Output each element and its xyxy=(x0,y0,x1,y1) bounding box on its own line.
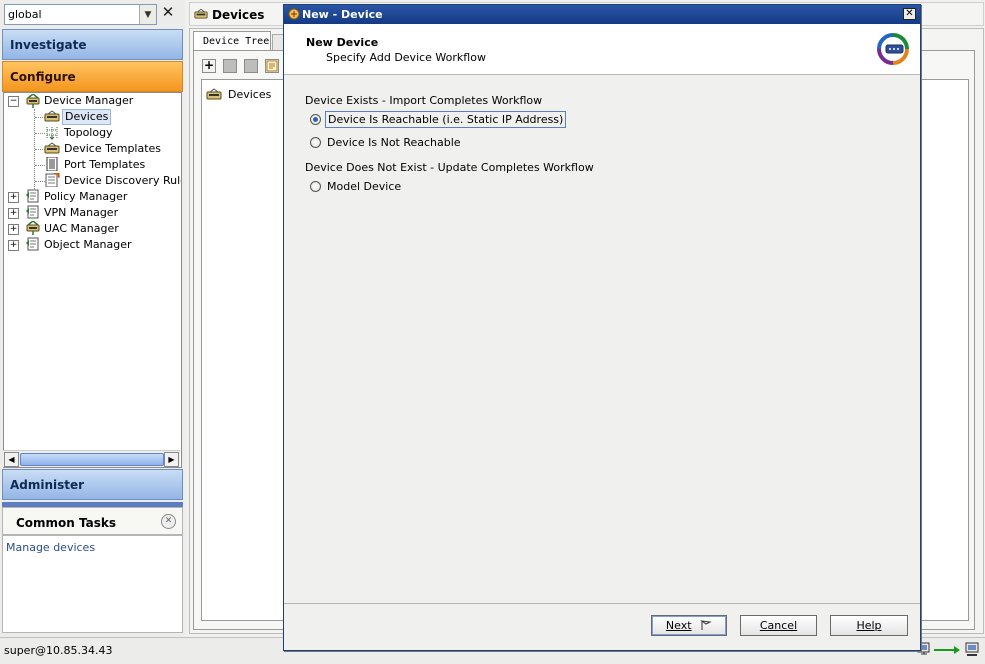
tree-item-label: UAC Manager xyxy=(44,222,119,235)
tree-item-label: Object Manager xyxy=(44,238,132,251)
left-pane: global ▼ ✕ Investigate Configure − Devic… xyxy=(0,0,185,663)
tree-item-object-manager[interactable]: + Object Manager xyxy=(4,237,181,253)
tree-item-vpn-manager[interactable]: + VPN Manager xyxy=(4,205,181,221)
expand-icon[interactable]: + xyxy=(8,208,19,219)
workflow-logo-icon xyxy=(877,33,909,65)
devices-icon xyxy=(206,88,222,100)
close-icon[interactable]: ✕ xyxy=(903,8,916,20)
tree-item-label: Topology xyxy=(64,126,113,139)
scope-select[interactable]: global ▼ xyxy=(4,4,157,25)
manage-devices-link[interactable]: Manage devices xyxy=(6,541,95,554)
devices-detail-panel xyxy=(920,79,969,621)
next-button-label: Next xyxy=(665,619,692,632)
topology-icon xyxy=(46,127,58,140)
common-tasks-panel: Manage devices xyxy=(2,535,183,633)
object-manager-icon xyxy=(26,237,39,251)
radio-label: Model Device xyxy=(327,179,402,193)
tree-item-label: Policy Manager xyxy=(44,190,128,203)
radio-label: Device Is Not Reachable xyxy=(327,135,461,149)
nav-administer[interactable]: Administer xyxy=(2,469,183,500)
vpn-manager-icon xyxy=(26,205,39,219)
help-button-label: Help xyxy=(856,619,882,632)
tree-item-label: Devices xyxy=(62,109,112,125)
cancel-button-label: Cancel xyxy=(759,619,798,632)
devices-icon xyxy=(194,8,208,19)
dialog-heading: New Device xyxy=(306,36,379,49)
dialog-header: New Device Specify Add Device Workflow xyxy=(284,24,920,75)
nav-configure[interactable]: Configure xyxy=(2,61,183,92)
device-templates-icon xyxy=(44,142,60,154)
scroll-left-icon[interactable]: ◀ xyxy=(4,452,19,467)
status-user: super@10.85.34.43 xyxy=(4,644,113,657)
device-manager-icon xyxy=(26,94,40,108)
radio-device-not-reachable[interactable]: Device Is Not Reachable xyxy=(310,133,463,151)
tree-item-device-templates[interactable]: Device Templates xyxy=(4,141,181,157)
radio-device-reachable[interactable]: Device Is Reachable (i.e. Static IP Addr… xyxy=(310,110,567,128)
app-icon xyxy=(288,8,300,20)
radio-unselected-icon[interactable] xyxy=(310,136,321,148)
properties-icon[interactable] xyxy=(265,59,279,73)
tree-item-label: VPN Manager xyxy=(44,206,119,219)
policy-manager-icon xyxy=(26,189,39,203)
horizontal-scrollbar[interactable]: ◀ ▶ xyxy=(3,450,180,467)
close-icon[interactable]: ✕ xyxy=(160,3,176,21)
radio-model-device[interactable]: Model Device xyxy=(310,177,403,195)
tree-item-devices[interactable]: Devices xyxy=(4,109,181,125)
radio-label: Device Is Reachable (i.e. Static IP Addr… xyxy=(325,110,567,128)
devices-panel-title: Devices xyxy=(212,8,265,22)
tree-item-label: Device Manager xyxy=(44,94,134,107)
nav-investigate[interactable]: Investigate xyxy=(2,29,183,60)
tree-item-port-templates[interactable]: Port Templates xyxy=(4,157,181,173)
dialog-footer-divider xyxy=(284,603,920,604)
scroll-thumb[interactable] xyxy=(20,453,164,466)
port-templates-icon xyxy=(46,157,58,171)
device-tree xyxy=(201,79,286,621)
device-tree-item-label: Devices xyxy=(228,88,272,101)
chevron-down-icon[interactable]: ▼ xyxy=(139,5,156,24)
radio-unselected-icon[interactable] xyxy=(310,180,321,192)
tab-device-tree[interactable]: Device Tree xyxy=(193,31,271,51)
dialog-titlebar[interactable]: New - Device ✕ xyxy=(284,5,920,24)
expand-icon[interactable]: + xyxy=(8,192,19,203)
close-icon[interactable]: ✕ xyxy=(161,514,176,529)
tree-item-label: Port Templates xyxy=(64,158,146,171)
tree-item-device-manager[interactable]: − Device Manager xyxy=(4,93,181,109)
dialog-body: Device Exists - Import Completes Workflo… xyxy=(284,75,920,603)
common-tasks-title: Common Tasks xyxy=(16,516,117,530)
scope-value: global xyxy=(8,8,42,21)
tree-item-label: Device Templates xyxy=(64,142,162,155)
dialog-title: New - Device xyxy=(302,8,383,21)
devices-icon xyxy=(44,110,60,122)
next-button[interactable]: Next xyxy=(651,615,727,636)
tree-item-label: Device Discovery Rules xyxy=(64,174,182,187)
new-device-dialog: New - Device ✕ New Device Specify Add De… xyxy=(283,4,921,651)
cancel-button[interactable]: Cancel xyxy=(740,615,817,636)
discovery-rules-icon xyxy=(45,173,60,187)
help-button[interactable]: Help xyxy=(830,615,908,636)
flag-icon xyxy=(700,620,712,630)
dialog-subheading: Specify Add Device Workflow xyxy=(326,51,486,64)
radio-selected-icon[interactable] xyxy=(310,113,321,125)
expand-icon[interactable]: + xyxy=(8,240,19,251)
add-icon[interactable]: + xyxy=(202,59,216,73)
connection-status-icon xyxy=(917,642,979,656)
uac-manager-icon xyxy=(26,221,40,235)
edit-icon[interactable] xyxy=(223,59,237,73)
expand-icon[interactable]: + xyxy=(8,224,19,235)
tree-item-policy-manager[interactable]: + Policy Manager xyxy=(4,189,181,205)
delete-icon[interactable] xyxy=(244,59,258,73)
common-tasks-header: Common Tasks ✕ xyxy=(2,507,183,535)
collapse-icon[interactable]: − xyxy=(8,96,19,107)
scroll-right-icon[interactable]: ▶ xyxy=(164,452,179,467)
tree-item-device-discovery-rules[interactable]: Device Discovery Rules xyxy=(4,173,181,189)
section-label-device-not-exist: Device Does Not Exist - Update Completes… xyxy=(305,161,594,174)
tree-item-uac-manager[interactable]: + UAC Manager xyxy=(4,221,181,237)
section-label-device-exists: Device Exists - Import Completes Workflo… xyxy=(305,94,543,107)
navigation-tree: − Device Manager Devices Topology Device… xyxy=(3,92,182,468)
tree-item-topology[interactable]: Topology xyxy=(4,125,181,141)
